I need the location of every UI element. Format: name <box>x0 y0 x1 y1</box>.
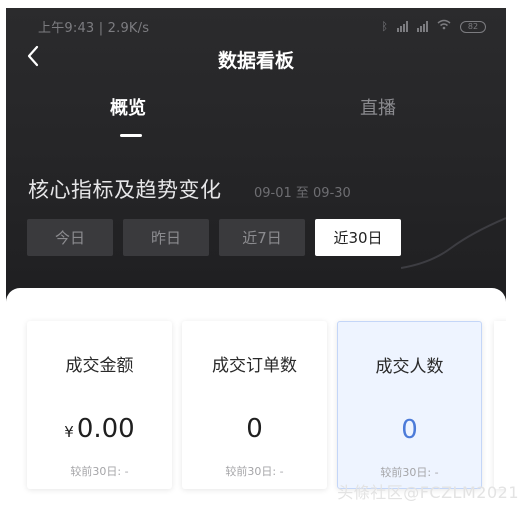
range-yesterday-button[interactable]: 昨日 <box>123 219 209 256</box>
dark-header: 上午9:43 | 2.9K/s ᛒ 82 数据看板 概览 直播 核心指标及趋势变… <box>6 8 506 308</box>
currency-symbol: ¥ <box>64 423 74 441</box>
status-icons: ᛒ 82 <box>381 19 486 34</box>
range-30days-button[interactable]: 近30日 <box>315 219 401 256</box>
watermark: 头條社区@FCZLM2021 <box>337 483 519 502</box>
metric-label: 成交人数 <box>375 357 444 377</box>
page-title: 数据看板 <box>217 50 294 72</box>
nav-bar: 数据看板 <box>6 34 506 78</box>
metric-compare: 较前30日: - <box>380 466 439 479</box>
metric-card-gmv[interactable]: 成交金额 ¥0.00 较前30日: - <box>27 321 172 489</box>
date-range: 09-01 至 09-30 <box>254 186 351 201</box>
metric-compare: 较前30日: - <box>225 465 284 478</box>
trend-line-decoration <box>401 217 506 269</box>
metric-card-next-peek[interactable] <box>494 321 506 489</box>
metric-value: 0 <box>246 414 263 444</box>
signal-icon <box>397 21 408 32</box>
metric-label: 成交订单数 <box>212 356 297 376</box>
metric-card-buyers[interactable]: 成交人数 0 较前30日: - <box>337 321 482 489</box>
signal-icon-2 <box>417 21 428 32</box>
tab-bar: 概览 直播 <box>6 94 506 144</box>
tab-live[interactable]: 直播 <box>360 94 396 120</box>
range-today-button[interactable]: 今日 <box>27 219 113 256</box>
bluetooth-icon: ᛒ <box>381 20 388 33</box>
status-bar: 上午9:43 | 2.9K/s ᛒ 82 <box>6 8 506 36</box>
battery-icon: 82 <box>460 20 486 33</box>
phone-screen: 上午9:43 | 2.9K/s ᛒ 82 数据看板 概览 直播 核心指标及趋势变… <box>6 8 506 511</box>
wifi-icon <box>437 19 451 34</box>
metric-label: 成交金额 <box>65 356 134 376</box>
section-title: 核心指标及趋势变化 <box>28 178 222 202</box>
metric-card-orders[interactable]: 成交订单数 0 较前30日: - <box>182 321 327 489</box>
range-7days-button[interactable]: 近7日 <box>219 219 305 256</box>
metrics-panel: 成交金额 ¥0.00 较前30日: - 成交订单数 0 较前30日: - 成交人… <box>6 288 506 511</box>
metric-value: 0 <box>401 415 418 445</box>
tab-overview[interactable]: 概览 <box>110 94 146 120</box>
metric-value: ¥0.00 <box>64 414 135 444</box>
metric-compare: 较前30日: - <box>70 465 129 478</box>
active-tab-indicator <box>120 134 142 137</box>
